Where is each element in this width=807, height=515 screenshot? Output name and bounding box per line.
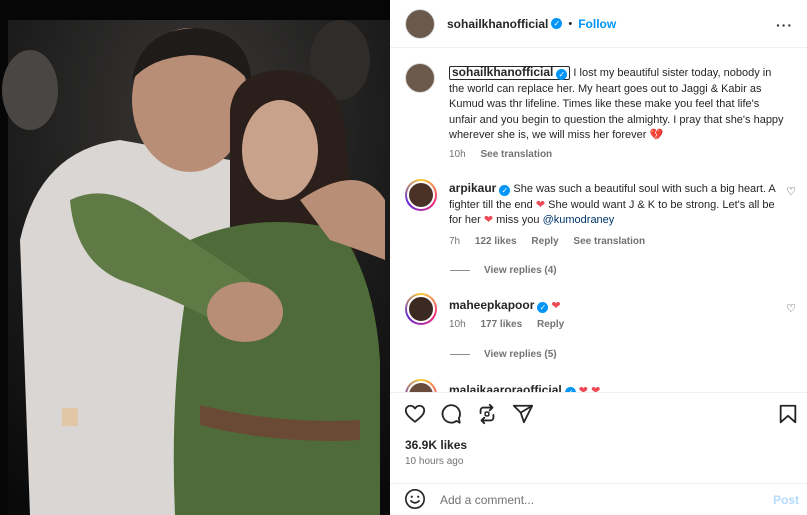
caption-username[interactable]: sohailkhanofficial: [452, 65, 553, 79]
comment-likes[interactable]: 122 likes: [475, 236, 517, 247]
comment-meta: 7h 122 likes Reply See translation: [449, 236, 657, 247]
caption-username-box[interactable]: sohailkhanofficial ✓: [449, 65, 571, 80]
comment-time: 7h: [449, 236, 461, 247]
post-side-panel: sohailkhanofficial ✓ • Follow ··· sohail…: [390, 0, 807, 515]
comment-text: miss you: [493, 214, 543, 226]
comment-likes[interactable]: 177 likes: [480, 319, 522, 330]
caption-time: 10h: [449, 149, 466, 160]
broken-heart-emoji: 💔: [649, 129, 664, 141]
view-replies-button[interactable]: View replies (4): [450, 265, 557, 276]
replies-line: [450, 354, 470, 355]
commenter-username[interactable]: malaikaaroraofficial: [449, 383, 562, 392]
view-replies-label: View replies (4): [484, 265, 557, 276]
see-translation-button[interactable]: See translation: [573, 236, 645, 247]
heart-emoji: ❤ ❤: [578, 385, 601, 392]
verified-badge-icon: ✓: [551, 18, 563, 29]
author-avatar[interactable]: [405, 8, 435, 39]
verified-badge-icon: ✓: [499, 185, 511, 196]
post-photo[interactable]: [0, 0, 390, 515]
comments-list[interactable]: sohailkhanofficial ✓ I lost my beautiful …: [390, 49, 807, 392]
repost-icon[interactable]: [476, 403, 498, 425]
author-username[interactable]: sohailkhanofficial: [447, 17, 548, 31]
verified-badge-icon: ✓: [537, 302, 549, 313]
replies-line: [450, 270, 470, 271]
comment-composer: Post: [390, 483, 807, 515]
heart-emoji: ❤: [551, 300, 561, 312]
commenter-avatar[interactable]: [405, 379, 437, 392]
likes-count[interactable]: 36.9K likes: [405, 438, 467, 452]
comment-icon[interactable]: [440, 403, 462, 425]
view-replies-label: View replies (5): [484, 349, 557, 360]
commenter-username[interactable]: maheepkapoor: [449, 298, 534, 312]
post-actions: 36.9K likes 10 hours ago Post: [390, 392, 807, 515]
verified-badge-icon: ✓: [556, 69, 568, 80]
caption-meta: 10h See translation: [449, 149, 564, 160]
comment-like-heart-icon[interactable]: ♡: [786, 302, 796, 315]
view-replies-button[interactable]: View replies (5): [450, 349, 557, 360]
heart-outline-icon[interactable]: [404, 403, 426, 425]
commenter-avatar[interactable]: [405, 179, 437, 211]
mention-link[interactable]: @kumodraney: [543, 214, 615, 226]
post-comment-button[interactable]: Post: [773, 493, 799, 507]
reply-button[interactable]: Reply: [531, 236, 558, 247]
separator-dot: •: [568, 17, 573, 30]
comment-time: 10h: [449, 319, 466, 330]
caption-avatar[interactable]: [405, 63, 435, 93]
post-photo-image: [0, 0, 390, 515]
bookmark-icon[interactable]: [777, 403, 799, 425]
caption-see-translation[interactable]: See translation: [480, 149, 552, 160]
send-icon[interactable]: [512, 403, 534, 425]
emoji-icon[interactable]: [404, 488, 426, 513]
comment-like-heart-icon[interactable]: ♡: [786, 185, 796, 198]
post-time-ago: 10 hours ago: [405, 456, 464, 467]
post-header: sohailkhanofficial ✓ • Follow ···: [390, 0, 807, 48]
more-options-icon[interactable]: ···: [776, 17, 793, 33]
heart-emoji: ❤: [535, 198, 546, 211]
commenter-avatar[interactable]: [405, 293, 437, 325]
commenter-username[interactable]: arpikaur: [449, 181, 496, 195]
action-icons: [404, 403, 534, 425]
follow-button[interactable]: Follow: [578, 17, 616, 31]
heart-emoji: ❤: [483, 214, 494, 226]
reply-button[interactable]: Reply: [537, 319, 564, 330]
instagram-post-modal: sohailkhanofficial ✓ • Follow ··· sohail…: [0, 0, 807, 515]
comment-meta: 10h 177 likes Reply: [449, 319, 576, 330]
comment-input[interactable]: [440, 493, 740, 507]
